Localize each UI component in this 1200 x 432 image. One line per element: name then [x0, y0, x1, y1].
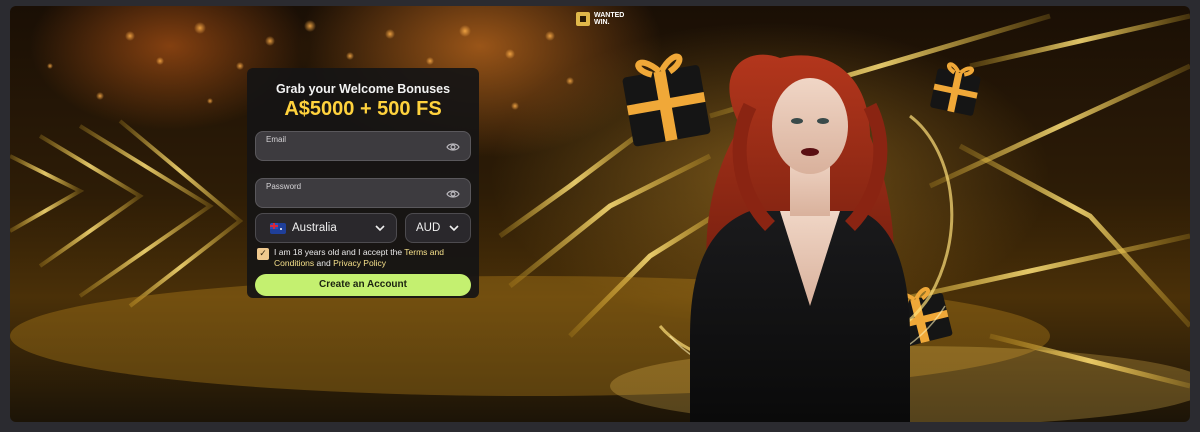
australia-flag-icon [270, 223, 286, 234]
password-field[interactable]: Password [255, 178, 471, 208]
email-field[interactable]: Email [255, 131, 471, 161]
bonus-amount: A$5000 + 500 FS [284, 98, 442, 120]
logo-cube-icon [576, 12, 590, 26]
currency-select[interactable]: AUD [405, 213, 471, 243]
eye-icon[interactable] [446, 187, 460, 201]
currency-value: AUD [416, 222, 441, 234]
logo-text-line2: WIN. [594, 19, 610, 26]
consent-checkbox[interactable]: ✓ [257, 248, 269, 260]
password-input[interactable] [266, 193, 436, 205]
gift-box-icon [622, 53, 711, 147]
chevron-down-icon [375, 225, 385, 232]
country-value: Australia [292, 222, 337, 234]
chevron-down-icon [449, 225, 459, 232]
logo-text-line1: WANTED [594, 12, 625, 19]
email-label: Email [266, 135, 287, 144]
password-label: Password [266, 182, 302, 191]
email-input[interactable] [266, 146, 436, 158]
privacy-link[interactable]: Privacy Policy [333, 258, 386, 268]
signup-title: Grab your Welcome Bonuses [275, 82, 451, 96]
hero-background-art [10, 13, 1190, 422]
country-select[interactable]: Australia [255, 213, 397, 243]
page-frame: WANTED WIN. Grab your Welcome Bonuses A$… [0, 0, 1200, 432]
brand-logo[interactable]: WANTED WIN. [576, 12, 630, 26]
create-account-button[interactable]: Create an Account [255, 274, 471, 296]
signup-card: Grab your Welcome Bonuses A$5000 + 500 F… [247, 68, 479, 298]
eye-icon[interactable] [446, 140, 460, 154]
hero-banner: WANTED WIN. Grab your Welcome Bonuses A$… [10, 6, 1190, 422]
consent-text: I am 18 years old and I accept the Terms… [274, 247, 444, 268]
